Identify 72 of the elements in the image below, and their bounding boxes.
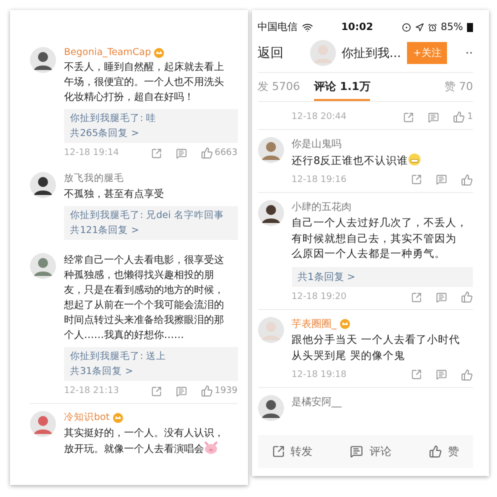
comment-text: 自己一个人去过好几次了，不丢人， 有时候就想自己去，其实不管因为 么原因一个人去都是一种勇气。 (292, 216, 468, 262)
follow-button[interactable]: +关注 (406, 42, 448, 64)
share-icon[interactable] (150, 148, 162, 158)
comment-text: 跟他分手当天 一个人去看了小时代 从头哭到尾 哭的像个鬼 (292, 333, 460, 364)
badge-icon (340, 319, 350, 329)
action-button[interactable]: 转发 (266, 443, 319, 460)
comment-text: 其实挺好的，一个人。没有人认识， 放开玩。就像一个人去看演唱会 (64, 426, 224, 457)
reply-count-link[interactable]: 共31条回复 > (70, 365, 232, 378)
reply-preview: 你扯到我腿毛了: 哇 (70, 112, 158, 125)
like-count: 1939 (214, 386, 238, 396)
badge-icon (154, 48, 164, 58)
user-name[interactable]: 是橘安阿__ (292, 394, 342, 408)
comment-icon[interactable] (176, 386, 187, 396)
thumbs-up-icon[interactable] (453, 111, 466, 123)
tab[interactable]: 赞 70 (444, 77, 473, 101)
comment-icon[interactable] (428, 112, 440, 122)
like-count: 1 (467, 112, 473, 122)
avatar[interactable] (258, 394, 284, 420)
reply-count-link[interactable]: 共265条回复 > (70, 127, 232, 140)
user-name[interactable]: 小肆的五花肉 (292, 200, 352, 214)
user-name[interactable]: 你是山鬼吗 (292, 137, 342, 151)
comment-time: 12-18 19:16 (292, 174, 348, 185)
comment-text: 还行8反正谁也不认识谁 (292, 153, 422, 170)
comment-time: 12-18 19:18 (292, 370, 348, 380)
comment-text: 不丢人，睡到自然醒，起床就去看上 午场，很便宜的。一个人也不用洗头 化妆精心打扮，超自在好吗！ (64, 60, 224, 105)
reply-count-link[interactable]: 共1条回复 > (298, 270, 467, 284)
share-icon[interactable] (411, 292, 422, 302)
avatar[interactable] (258, 200, 284, 226)
tab[interactable]: 评论 1.1万 (314, 77, 370, 101)
comment-text: 不孤独，甚至有点享受 (64, 188, 164, 202)
user-name[interactable]: 放飞我的腿毛 (64, 172, 124, 185)
wifi-icon (302, 22, 313, 32)
thumbs-up-icon[interactable] (461, 291, 473, 303)
user-name[interactable]: 冷知识bot (64, 411, 110, 424)
comment-text: 经常自己一个人去看电影，很享受这 种孤独感，也懒得找兴趣相投的朋 友，只是在看到感动的地方的时候， 想起了从前在一个个我可能会流泪的 时间点转过头来准备给我擦眼泪的那 个人……我真的好想你…… (64, 254, 224, 343)
thumbs-up-icon[interactable] (200, 147, 213, 159)
like-count: 6663 (214, 148, 238, 158)
thumbs-up-icon[interactable] (200, 385, 213, 397)
comment-icon[interactable] (436, 292, 447, 302)
comment-time: 12-18 19:20 (292, 292, 348, 302)
comment-time: 12-18 19:14 (64, 148, 120, 158)
carrier-name: 中国电信 (258, 20, 298, 34)
comment-icon[interactable] (176, 148, 187, 158)
user-name[interactable]: 芋表圈圈_ (292, 317, 336, 331)
user-name[interactable]: Begonia_TeamCap (64, 47, 152, 58)
share-icon[interactable] (403, 112, 414, 122)
comment-time: 12-18 21:13 (64, 386, 120, 396)
tab[interactable]: 发 5706 (258, 77, 300, 101)
comment-time: 12-18 20:44 (292, 112, 348, 122)
share-icon[interactable] (411, 174, 422, 186)
comment-icon[interactable] (436, 174, 447, 186)
clock-time: 10:02 (341, 22, 374, 32)
location-icon (414, 22, 424, 32)
avatar[interactable] (30, 47, 56, 73)
share-icon[interactable] (411, 369, 422, 380)
thumbs-up-icon[interactable] (461, 174, 473, 186)
battery-percent: 85% (440, 22, 463, 32)
page-title: 你扯到我... (342, 44, 401, 62)
badge-icon (112, 412, 123, 422)
share-icon[interactable] (150, 386, 162, 396)
thumbs-up-icon[interactable] (461, 368, 473, 380)
action-button[interactable]: 评论 (344, 443, 398, 460)
action-button[interactable]: 赞 (422, 443, 465, 460)
avatar[interactable] (30, 172, 56, 198)
battery-icon (467, 22, 473, 32)
reply-count-link[interactable]: 共121条回复 > (70, 224, 232, 237)
back-link[interactable]: 返回 (258, 44, 284, 62)
comment-icon[interactable] (436, 369, 447, 380)
more-button[interactable]: ·· (465, 46, 473, 60)
alarm-icon (428, 22, 437, 32)
reply-preview: 你扯到我腿毛了: 送上 (70, 350, 168, 363)
reply-preview: 你扯到我腿毛了: 兄dei 名字咋回事 (70, 209, 225, 222)
